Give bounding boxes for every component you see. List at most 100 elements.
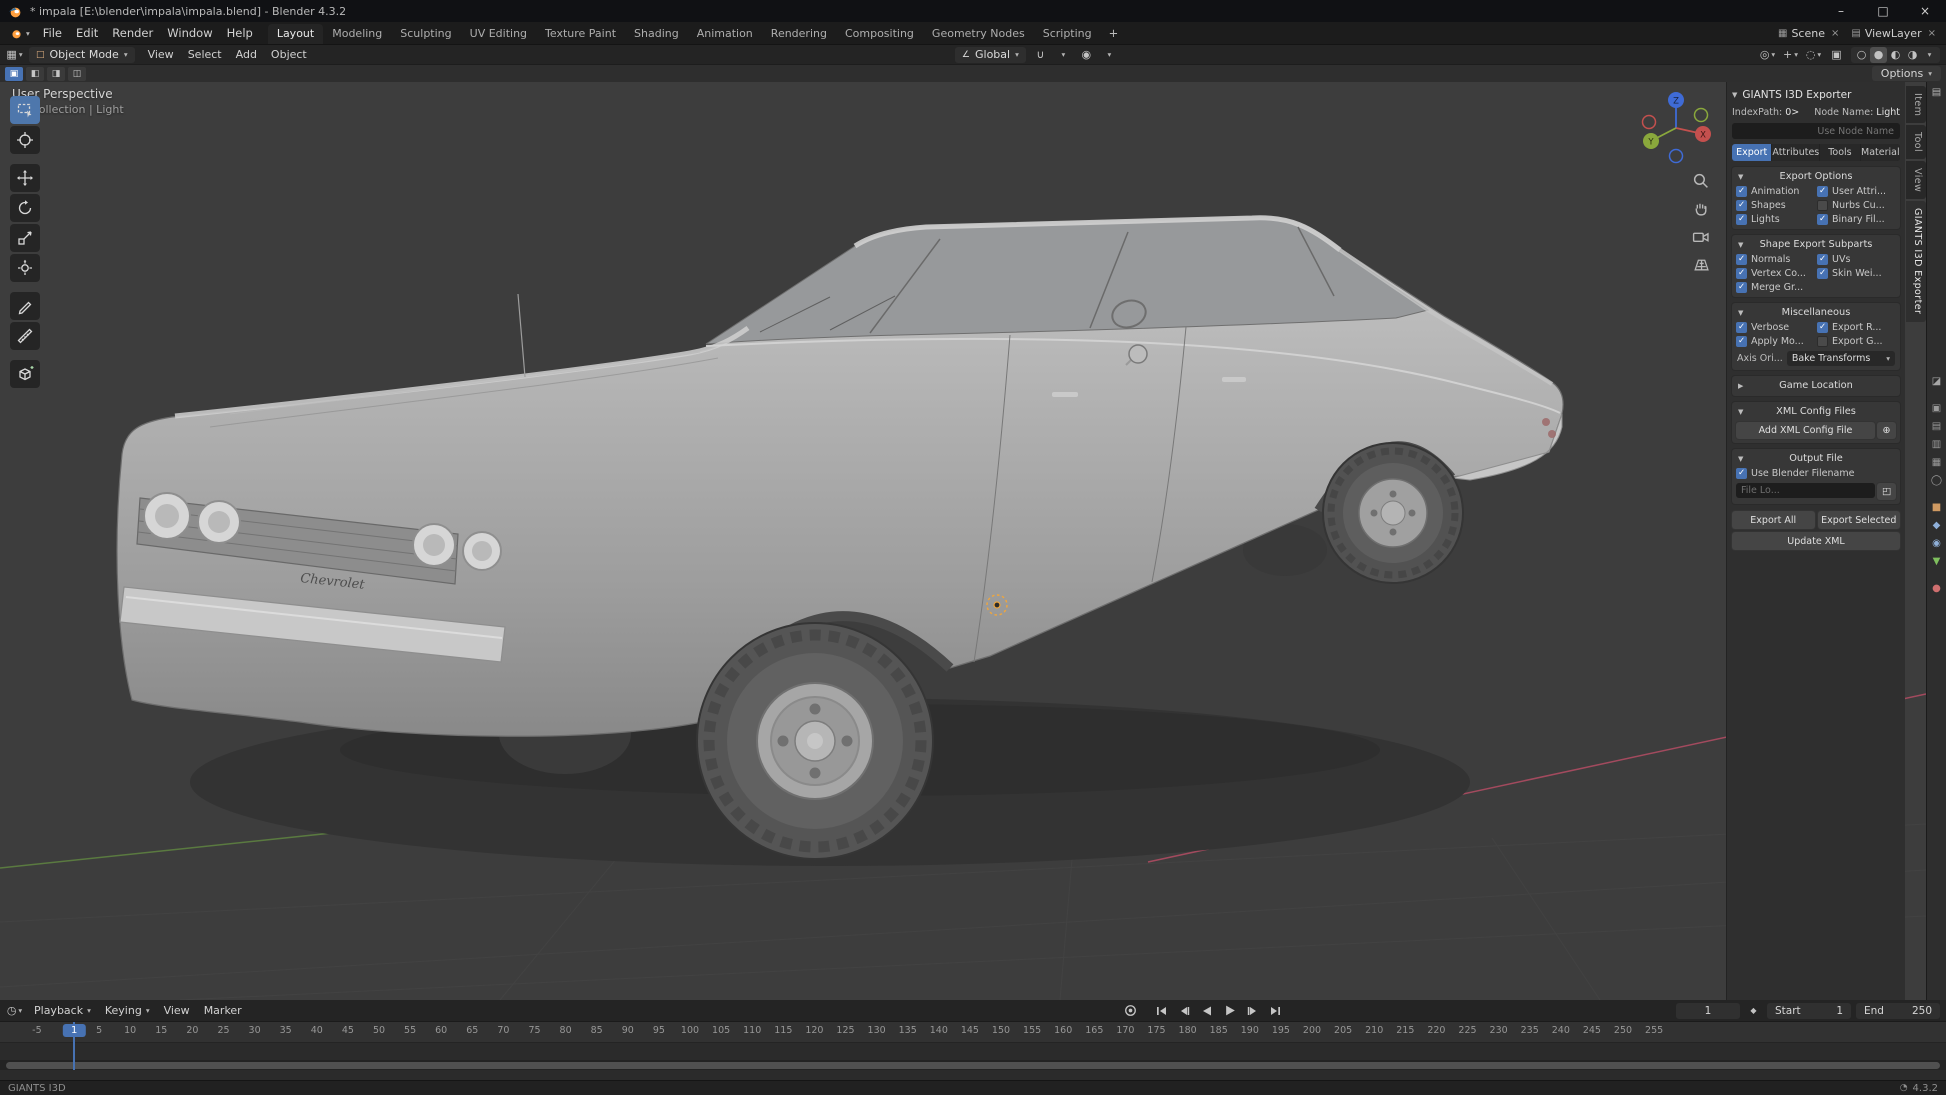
workspace-tab-rendering[interactable]: Rendering (762, 24, 836, 44)
shading-dropdown[interactable]: ▾ (1921, 47, 1938, 63)
workspace-tab-layout[interactable]: Layout (268, 24, 323, 44)
scrollbar-thumb[interactable] (6, 1062, 1940, 1069)
overlays-toggle[interactable]: ◌▾ (1805, 47, 1822, 63)
scene-selector[interactable]: ▦ Scene × (1778, 27, 1841, 40)
menu-render[interactable]: Render (105, 22, 160, 44)
tool-add-cube-button[interactable] (10, 360, 40, 388)
checkbox-apply-mo-box[interactable]: ✓ (1736, 336, 1747, 347)
sidebar-tab-item[interactable]: Item (1906, 86, 1926, 123)
properties-tab-output-icon[interactable]: ▤ (1932, 422, 1941, 432)
keying-set-button[interactable]: ◆ (1745, 1003, 1762, 1019)
timeline-scrollbar[interactable] (0, 1060, 1946, 1070)
jump-to-start-button[interactable] (1151, 1003, 1171, 1019)
object-type-visibility-dropdown[interactable]: ◎▾ (1759, 47, 1776, 63)
add-workspace-button[interactable]: + (1101, 26, 1127, 40)
workspace-tab-sculpting[interactable]: Sculpting (391, 24, 460, 44)
checkbox-use-blender-filename[interactable]: ✓Use Blender Filename (1736, 468, 1896, 479)
export-selected-button[interactable]: Export Selected (1818, 511, 1901, 529)
properties-tab-render-icon[interactable]: ▣ (1932, 404, 1941, 414)
menu-edit[interactable]: Edit (69, 22, 105, 44)
checkbox-binary-fil[interactable]: ✓Binary Fil... (1817, 214, 1896, 225)
properties-tab-modifiers-icon[interactable]: ◆ (1933, 521, 1941, 531)
exporter-tab-attributes[interactable]: Attributes (1772, 144, 1819, 161)
section-header-output-file[interactable]: ▼Output File (1735, 451, 1897, 466)
checkbox-merge-gr[interactable]: ✓Merge Gr... (1736, 282, 1815, 293)
viewport-3d-scene[interactable]: Chevrolet (0, 82, 1926, 1000)
tool-scale-button[interactable] (10, 224, 40, 252)
tool-transform-button[interactable] (10, 254, 40, 282)
checkbox-export-g[interactable]: Export G... (1817, 336, 1896, 347)
checkbox-skin-wei[interactable]: ✓Skin Wei... (1817, 268, 1896, 279)
next-keyframe-button[interactable] (1243, 1003, 1263, 1019)
node-name-value[interactable]: Light (1876, 107, 1900, 118)
minimize-button[interactable]: – (1820, 0, 1862, 22)
checkbox-binary-fil-box[interactable]: ✓ (1817, 214, 1828, 225)
menu-window[interactable]: Window (160, 22, 219, 44)
exporter-tab-material[interactable]: Material (1861, 144, 1900, 161)
sidebar-tab-giants-i3d-exporter[interactable]: GIANTS I3D Exporter (1906, 201, 1926, 321)
checkbox-nurbs-cu-box[interactable] (1817, 200, 1828, 211)
menu-object[interactable]: Object (264, 45, 314, 64)
jump-to-end-button[interactable] (1266, 1003, 1286, 1019)
checkbox-shapes-box[interactable]: ✓ (1736, 200, 1747, 211)
workspace-tab-compositing[interactable]: Compositing (836, 24, 923, 44)
tool-annotate-button[interactable] (10, 292, 40, 320)
properties-editor-icon[interactable]: ▤ (1927, 87, 1946, 98)
checkbox-export-r-box[interactable]: ✓ (1817, 322, 1828, 333)
shading-wireframe-button[interactable]: ○ (1853, 47, 1870, 63)
export-all-button[interactable]: Export All (1732, 511, 1815, 529)
checkbox-verbose[interactable]: ✓Verbose (1736, 322, 1815, 333)
section-header-miscellaneous[interactable]: ▼Miscellaneous (1735, 305, 1897, 320)
properties-tab-material-icon[interactable]: ● (1932, 584, 1941, 594)
auto-keying-toggle[interactable] (1120, 1003, 1140, 1019)
menu-view[interactable]: View (157, 1000, 197, 1021)
workspace-tab-animation[interactable]: Animation (688, 24, 762, 44)
axis-y-negative-handle[interactable] (1695, 109, 1708, 122)
axis-z-negative-handle[interactable] (1670, 150, 1683, 163)
exporter-tab-tools[interactable]: Tools (1820, 144, 1859, 161)
camera-view-icon[interactable] (1692, 228, 1709, 245)
workspace-tab-shading[interactable]: Shading (625, 24, 688, 44)
checkbox-user-attri[interactable]: ✓User Attri... (1817, 186, 1896, 197)
file-browse-button[interactable]: ◰ (1877, 483, 1896, 500)
tool-cursor-button[interactable] (10, 126, 40, 154)
snap-settings-dropdown[interactable]: ▾ (1055, 47, 1072, 63)
checkbox-animation-box[interactable]: ✓ (1736, 186, 1747, 197)
properties-tab-view-layer-icon[interactable]: ▥ (1932, 440, 1941, 450)
editor-type-selector[interactable]: ▦▾ (6, 47, 23, 63)
axis-orientation-dropdown[interactable]: Bake Transforms▾ (1787, 351, 1895, 366)
proportional-dropdown[interactable]: ▾ (1101, 47, 1118, 63)
checkbox-skin-wei-box[interactable]: ✓ (1817, 268, 1828, 279)
unlink-viewlayer-icon[interactable]: × (1926, 28, 1938, 39)
viewlayer-selector[interactable]: ▤ ViewLayer × (1851, 27, 1938, 40)
checkbox-use-blender-filename-box[interactable]: ✓ (1736, 468, 1747, 479)
previous-keyframe-button[interactable] (1174, 1003, 1194, 1019)
unlink-scene-icon[interactable]: × (1829, 28, 1841, 39)
properties-tab-object-icon[interactable]: ■ (1932, 503, 1941, 513)
workspace-tab-uv-editing[interactable]: UV Editing (461, 24, 536, 44)
mode-dropdown[interactable]: □ Object Mode ▾ (29, 47, 135, 63)
options-dropdown[interactable]: Options ▾ (1872, 66, 1941, 81)
node-name-input[interactable]: Use Node Name (1732, 123, 1900, 139)
sidebar-tab-view[interactable]: View (1906, 161, 1926, 199)
exporter-tab-export[interactable]: Export (1732, 144, 1771, 161)
shading-solid-button[interactable]: ● (1870, 47, 1887, 63)
properties-tab-physics-icon[interactable]: ◉ (1932, 539, 1941, 549)
section-header-shape-export-subparts[interactable]: ▼Shape Export Subparts (1735, 237, 1897, 252)
play-reverse-button[interactable] (1197, 1003, 1217, 1019)
select-mode-set-button[interactable]: ▣ (5, 67, 23, 81)
gizmos-toggle[interactable]: +▾ (1782, 47, 1799, 63)
properties-tab-object-data-icon[interactable]: ▼ (1933, 557, 1941, 567)
current-frame-field[interactable]: 1 (1676, 1003, 1740, 1019)
file-location-input[interactable]: File Lo... (1736, 483, 1875, 498)
menu-keying[interactable]: Keying▾ (98, 1000, 157, 1021)
checkbox-user-attri-box[interactable]: ✓ (1817, 186, 1828, 197)
shading-material-button[interactable]: ◐ (1887, 47, 1904, 63)
checkbox-merge-gr-box[interactable]: ✓ (1736, 282, 1747, 293)
checkbox-animation[interactable]: ✓Animation (1736, 186, 1815, 197)
tool-measure-button[interactable] (10, 322, 40, 350)
section-header-export-options[interactable]: ▼Export Options (1735, 169, 1897, 184)
checkbox-nurbs-cu[interactable]: Nurbs Cu... (1817, 200, 1896, 211)
snap-toggle[interactable]: ∪ (1032, 47, 1049, 63)
start-frame-field[interactable]: Start 1 (1767, 1003, 1851, 1019)
